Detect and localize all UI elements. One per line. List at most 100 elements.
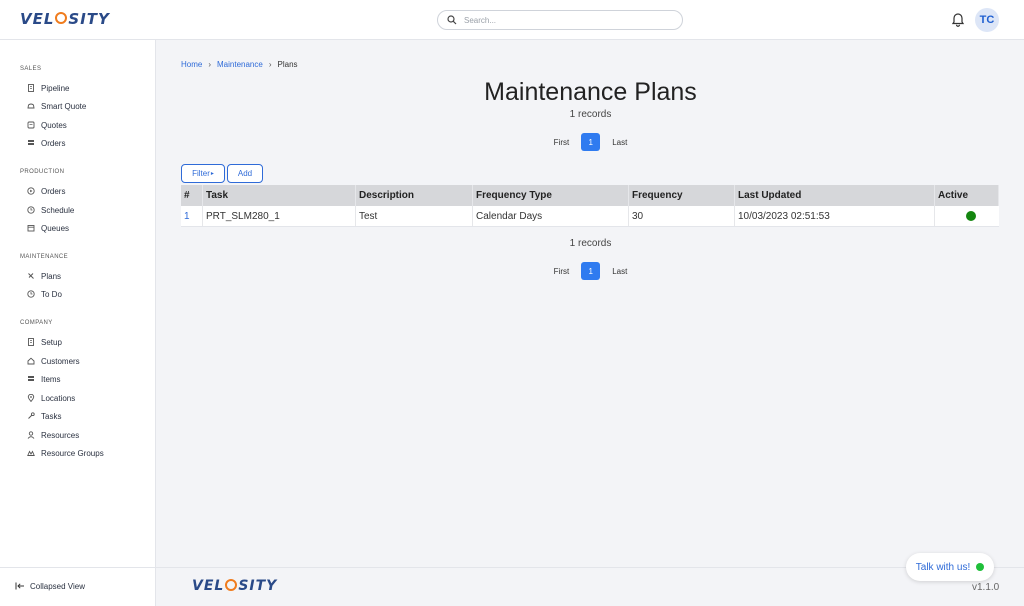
collapse-view-button[interactable]: Collapsed View	[15, 581, 85, 591]
column-header-frequency[interactable]: Frequency	[629, 185, 735, 206]
avatar[interactable]: TC	[975, 8, 999, 32]
page-title: Maintenance Plans	[484, 78, 697, 106]
logo-text-left: VEL	[20, 10, 55, 28]
caret-right-icon: ▸	[210, 171, 214, 177]
sidebar-item-queues[interactable]: Queues	[26, 222, 69, 234]
chat-label: Talk with us!	[915, 561, 971, 573]
play-icon	[26, 187, 35, 196]
hat-icon	[26, 102, 35, 111]
sidebar-item-plans[interactable]: Plans	[26, 270, 61, 282]
sidebar-item-orders[interactable]: Orders	[26, 137, 65, 149]
sidebar-item-schedule[interactable]: Schedule	[26, 204, 74, 216]
sidebar-item-pipeline[interactable]: Pipeline	[26, 82, 69, 94]
online-status-dot	[976, 563, 985, 571]
sidebar-divider	[0, 567, 155, 568]
footer-divider	[156, 567, 1024, 568]
table-row[interactable]: 1 PRT_SLM280_1 Test Calendar Days 30 10/…	[181, 206, 999, 227]
pager-last[interactable]: Last	[606, 267, 633, 276]
logo-ring-icon	[225, 579, 238, 591]
column-header-task[interactable]: Task	[203, 185, 356, 206]
sidebar-item-label: To Do	[41, 289, 62, 299]
stack-icon	[26, 375, 35, 384]
sidebar-item-label: Quotes	[41, 120, 67, 130]
column-header-last-updated[interactable]: Last Updated	[735, 185, 935, 206]
breadcrumb-current: Plans	[277, 60, 298, 69]
clock-icon	[26, 290, 35, 299]
wrench-icon	[26, 412, 35, 421]
home-icon	[26, 357, 35, 366]
column-header-num[interactable]: #	[181, 185, 203, 206]
version-label: v1.1.0	[972, 582, 1000, 593]
plans-table: # Task Description Frequency Type Freque…	[181, 185, 999, 227]
building-icon	[26, 338, 35, 347]
column-header-frequency-type[interactable]: Frequency Type	[473, 185, 629, 206]
pagination-top: First 1 Last	[181, 133, 1000, 151]
search-input[interactable]	[464, 15, 664, 25]
sidebar-item-resource-groups[interactable]: Resource Groups	[26, 447, 104, 459]
pager-first[interactable]: First	[548, 138, 576, 147]
cell-last-updated: 10/03/2023 02:51:53	[735, 206, 935, 226]
column-header-active[interactable]: Active	[935, 185, 999, 206]
sidebar-item-production-orders[interactable]: Orders	[26, 185, 65, 197]
table-header: # Task Description Frequency Type Freque…	[181, 185, 999, 206]
pagination-bottom: First 1 Last	[181, 262, 1000, 280]
pin-icon	[26, 394, 35, 403]
top-bar: VEL SITY TC	[0, 0, 1024, 40]
row-number-link[interactable]: 1	[184, 211, 190, 222]
sidebar-section-production: PRODUCTION	[20, 169, 65, 175]
pager-last[interactable]: Last	[606, 138, 633, 147]
chat-button[interactable]: Talk with us!	[906, 553, 994, 581]
sidebar-item-resources[interactable]: Resources	[26, 429, 79, 441]
search-icon	[446, 14, 458, 26]
sidebar-item-label: Plans	[41, 271, 62, 281]
cell-task: PRT_SLM280_1	[203, 206, 356, 226]
sidebar-item-setup[interactable]: Setup	[26, 336, 62, 348]
sidebar-item-tasks[interactable]: Tasks	[26, 410, 61, 422]
records-count-top: 1 records	[569, 109, 612, 120]
bell-icon[interactable]	[951, 12, 965, 27]
stack-icon	[26, 139, 35, 148]
pager-page-current[interactable]: 1	[581, 262, 601, 280]
footer-velocity-logo: VEL SITY	[192, 578, 277, 594]
records-count-bottom: 1 records	[569, 238, 612, 249]
sidebar-item-label: Setup	[41, 337, 62, 347]
sidebar-item-locations[interactable]: Locations	[26, 392, 75, 404]
sidebar-item-label: Smart Quote	[41, 101, 87, 111]
cell-frequency-type: Calendar Days	[473, 206, 629, 226]
sidebar-item-label: Queues	[41, 223, 70, 233]
breadcrumb-home[interactable]: Home	[181, 60, 202, 69]
sidebar-item-label: Tasks	[41, 411, 62, 421]
sidebar-item-label: Orders	[41, 138, 66, 148]
logo-text-right: SITY	[68, 10, 110, 28]
building-icon	[26, 84, 35, 93]
chevron-right-icon: ›	[268, 60, 272, 69]
sidebar-item-to-do[interactable]: To Do	[26, 288, 62, 300]
logo-text-left: VEL	[192, 578, 225, 594]
velocity-logo[interactable]: VEL SITY	[20, 10, 110, 28]
pager-page-current[interactable]: 1	[581, 133, 601, 151]
sidebar-item-quotes[interactable]: Quotes	[26, 119, 67, 131]
sidebar-item-customers[interactable]: Customers	[26, 355, 80, 367]
column-header-description[interactable]: Description	[356, 185, 473, 206]
cell-description: Test	[356, 206, 473, 226]
user-icon	[26, 431, 35, 440]
sidebar-item-smart-quote[interactable]: Smart Quote	[26, 100, 86, 112]
sidebar-item-label: Resource Groups	[41, 448, 104, 458]
pager-first[interactable]: First	[548, 267, 576, 276]
sidebar-item-label: Pipeline	[41, 83, 70, 93]
add-button[interactable]: Add	[227, 164, 263, 183]
sidebar-section-sales: SALES	[20, 66, 42, 72]
clock-icon	[26, 206, 35, 215]
breadcrumb-maintenance[interactable]: Maintenance	[217, 60, 263, 69]
sidebar-item-label: Locations	[41, 393, 76, 403]
sidebar: SALES Pipeline Smart Quote Quotes Orders…	[0, 40, 156, 606]
sidebar-section-company: COMPANY	[20, 320, 53, 326]
cell-frequency: 30	[629, 206, 735, 226]
filter-button[interactable]: Filter ▸	[181, 164, 225, 183]
filter-label: Filter	[192, 169, 210, 178]
document-icon	[26, 121, 35, 130]
sidebar-item-items[interactable]: Items	[26, 373, 61, 385]
search-box[interactable]	[437, 10, 683, 30]
chevron-right-icon: ›	[208, 60, 212, 69]
sidebar-item-label: Schedule	[41, 205, 75, 215]
